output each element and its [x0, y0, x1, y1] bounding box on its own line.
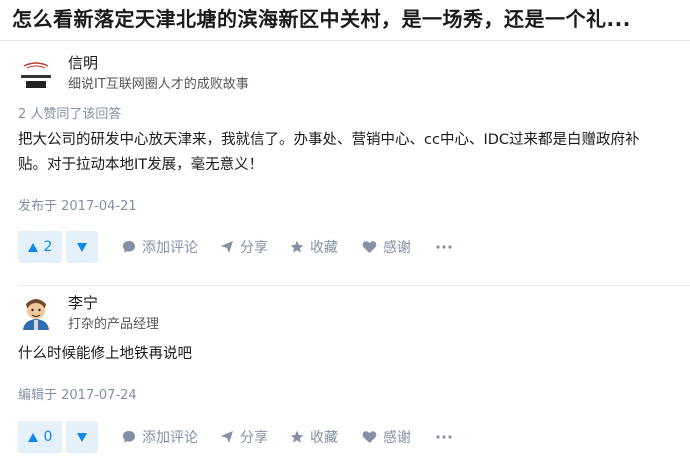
thanks-button[interactable]: 感谢 [362, 231, 411, 263]
share-button[interactable]: 分享 [220, 421, 268, 453]
star-icon [290, 240, 304, 253]
author-name[interactable]: 李宁 [68, 293, 98, 313]
upvote-count: 0 [43, 429, 53, 445]
careerway-logo-icon [18, 58, 54, 94]
favorite-button[interactable]: 收藏 [290, 421, 338, 453]
upvote-count: 2 [43, 239, 53, 255]
answer-date[interactable]: 编辑于 2017-07-24 [18, 387, 137, 405]
answer-date[interactable]: 发布于 2017-04-21 [18, 198, 137, 216]
answer-action-bar: 0 添加评论 分享 收藏 感谢 [18, 421, 658, 455]
thanks-label: 感谢 [383, 430, 411, 446]
triangle-up-icon [27, 242, 38, 252]
star-icon [290, 430, 304, 443]
paper-plane-icon [221, 241, 233, 253]
ellipsis-icon [436, 245, 452, 249]
share-label: 分享 [240, 240, 268, 256]
favorite-label: 收藏 [310, 240, 338, 256]
downvote-button[interactable] [66, 421, 98, 453]
answer-card: 李宁 打杂的产品经理 什么时候能修上地铁再说吧 编辑于 2017-07-24 0… [0, 288, 690, 458]
share-label: 分享 [240, 430, 268, 446]
ellipsis-icon [436, 435, 452, 439]
upvote-button[interactable]: 2 [18, 231, 62, 263]
favorite-button[interactable]: 收藏 [290, 231, 338, 263]
add-comment-label: 添加评论 [142, 430, 198, 446]
title-divider [0, 40, 690, 41]
answer-card: 信明 细说IT互联网圈人才的成败故事 2 人赞同了该回答 把大公司的研发中心放天… [0, 48, 690, 280]
question-title[interactable]: 怎么看新落定天津北塘的滨海新区中关村，是一场秀，还是一个礼... [12, 4, 682, 34]
thanks-label: 感谢 [383, 240, 411, 256]
author-avatar[interactable] [18, 58, 54, 94]
upvote-button[interactable]: 0 [18, 421, 62, 453]
more-button[interactable] [436, 421, 452, 453]
add-comment-label: 添加评论 [142, 240, 198, 256]
author-bio: 细说IT互联网圈人才的成败故事 [68, 77, 249, 92]
more-button[interactable] [436, 231, 452, 263]
author-bio: 打杂的产品经理 [68, 317, 160, 332]
paper-plane-icon [221, 431, 233, 443]
triangle-down-icon [77, 432, 87, 442]
cartoon-avatar-icon [18, 294, 54, 330]
favorite-label: 收藏 [310, 430, 338, 446]
answer-action-bar: 2 添加评论 分享 收藏 感谢 [18, 231, 658, 265]
downvote-button[interactable] [66, 231, 98, 263]
add-comment-button[interactable]: 添加评论 [122, 231, 198, 263]
heart-icon [362, 241, 377, 253]
add-comment-button[interactable]: 添加评论 [122, 421, 198, 453]
author-name[interactable]: 信明 [68, 53, 98, 73]
vote-summary[interactable]: 2 人赞同了该回答 [18, 106, 121, 124]
comment-bubble-icon [123, 241, 135, 253]
triangle-up-icon [27, 432, 38, 442]
author-avatar[interactable] [18, 294, 54, 330]
heart-icon [362, 431, 377, 443]
thanks-button[interactable]: 感谢 [362, 421, 411, 453]
answer-body: 什么时候能修上地铁再说吧 [18, 346, 192, 362]
triangle-down-icon [77, 242, 87, 252]
comment-bubble-icon [123, 431, 135, 443]
share-button[interactable]: 分享 [220, 231, 268, 263]
answer-divider [18, 285, 690, 286]
answer-body: 把大公司的研发中心放天津来，我就信了。办事处、营销中心、cc中心、IDC过来都是… [18, 132, 640, 173]
